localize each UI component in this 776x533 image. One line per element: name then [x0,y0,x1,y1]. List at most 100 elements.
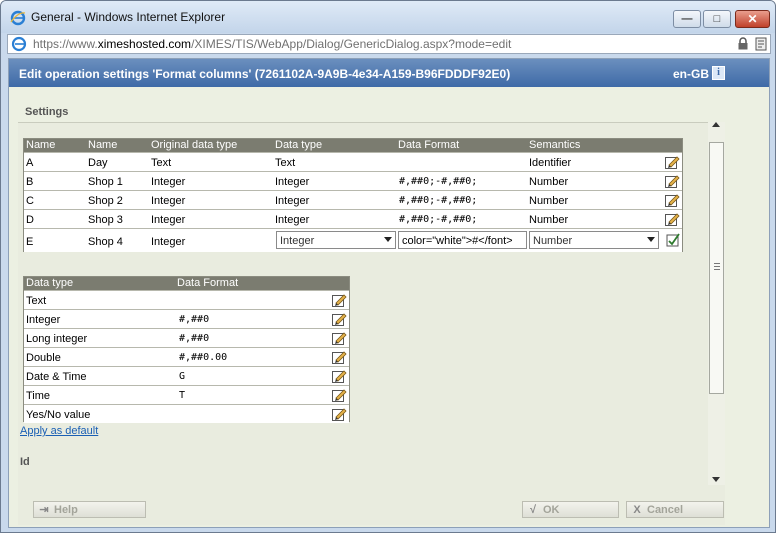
edit-icon[interactable] [331,387,347,403]
list-item[interactable]: Text [24,290,349,309]
minimize-icon: — [681,13,693,25]
edit-icon[interactable] [331,406,347,422]
url-path: /XIMES/TIS/WebApp/Dialog/GenericDialog.a… [191,37,512,51]
list-item[interactable]: Double #,##0.00 [24,347,349,366]
edit-icon[interactable] [331,330,347,346]
maximize-button[interactable]: □ [703,10,731,28]
cancel-icon: X [633,504,641,516]
lock-icon[interactable] [737,37,749,50]
table-row[interactable]: C Shop 2 Integer Integer #,##0;-#,##0; N… [24,190,682,209]
list-item[interactable]: Long integer #,##0 [24,328,349,347]
edit-icon[interactable] [664,173,680,189]
info-icon[interactable]: i [712,66,725,80]
url-prefix: https://www. [33,37,98,51]
col-header-data-type: Data type [275,139,323,151]
close-button[interactable]: ✕ [735,10,770,28]
settings-title: Settings [25,106,69,118]
format-value: G [179,371,186,382]
scrollbar[interactable] [708,122,725,485]
col-header-data-format: Data Format [398,139,460,151]
ok-button[interactable]: √ OK [522,501,619,518]
cell-data-type: Integer [275,195,310,207]
columns-table: Name Name Original data type Data type D… [23,138,683,252]
minimize-button[interactable]: — [673,10,701,28]
dialog-header: Edit operation settings 'Format columns'… [9,59,769,87]
cell-original-type: Integer [151,214,186,226]
dialog-title: Edit operation settings 'Format columns'… [19,67,511,81]
list-item[interactable]: Time T [24,385,349,404]
url-domain: ximeshosted.com [97,37,192,51]
edit-icon[interactable] [664,154,680,170]
page-icon [11,36,27,52]
format-type: Integer [26,314,61,326]
help-button-label: Help [54,504,78,516]
grip-icon [714,263,720,270]
cell-name: A [26,157,34,169]
formats-table: Data type Data Format Text Integer #,##0… [23,276,350,423]
list-item[interactable]: Integer #,##0 [24,309,349,328]
list-item[interactable]: Yes/No value [24,404,349,423]
scrollbar-thumb[interactable] [709,142,724,394]
cell-data-format: #,##0;-#,##0; [399,195,478,206]
locale-label[interactable]: en-GB [673,67,709,81]
edit-icon[interactable] [331,368,347,384]
title-bar: General - Windows Internet Explorer — □ … [1,1,775,33]
internet-explorer-icon [10,10,26,26]
semantics-select-value: Number [533,235,573,247]
col-header-name: Name [26,139,56,151]
table-row[interactable]: D Shop 3 Integer Integer #,##0;-#,##0; N… [24,209,682,228]
cell-name: B [26,176,34,188]
cell-original-type: Integer [151,176,186,188]
format-type: Text [26,295,47,307]
data-format-input[interactable]: color="white">#</font> [398,231,527,249]
col-header-semantics: Semantics [529,139,581,151]
address-bar[interactable]: https://www.ximeshosted.com/XIMES/TIS/We… [7,34,771,54]
edit-icon[interactable] [664,192,680,208]
cell-display-name: Shop 3 [88,214,123,226]
cell-data-format: #,##0;-#,##0; [399,176,478,187]
format-value: #,##0.00 [179,352,228,363]
edit-icon[interactable] [664,211,680,227]
cancel-button[interactable]: X Cancel [626,501,724,518]
table-row[interactable]: B Shop 1 Integer Integer #,##0;-#,##0; N… [24,171,682,190]
edit-icon[interactable] [331,292,347,308]
table-row[interactable]: A Day Text Text Identifier [24,152,682,171]
edit-icon[interactable] [331,311,347,327]
list-item[interactable]: Date & Time G [24,366,349,385]
cell-semantics: Number [529,176,569,188]
chevron-down-icon [647,237,655,242]
dialog-footer: ⇥ Help √ OK X Cancel [18,487,725,525]
certificate-icon[interactable] [755,37,767,51]
scroll-down-icon[interactable] [712,477,720,482]
apply-as-default-link[interactable]: Apply as default [20,425,98,437]
cell-original-type: Text [151,157,172,169]
cell-display-name: Day [88,157,108,169]
edit-icon[interactable] [331,349,347,365]
help-icon: ⇥ [39,504,49,516]
format-value: T [179,390,186,401]
edit-row[interactable]: E Shop 4 Integer Integer color="white">#… [24,228,682,252]
address-url[interactable]: https://www.ximeshosted.com/XIMES/TIS/We… [33,37,511,51]
ok-button-label: OK [543,504,560,516]
semantics-select[interactable]: Number [529,231,659,249]
formats-table-header: Data type Data Format [24,277,349,290]
cell-display-name: Shop 4 [88,236,123,248]
data-type-select[interactable]: Integer [276,231,396,249]
col-header-display-name: Name [88,139,118,151]
browser-window: General - Windows Internet Explorer — □ … [0,0,776,533]
cell-data-format: #,##0;-#,##0; [399,214,478,225]
format-type: Date & Time [26,371,87,383]
save-row-icon[interactable] [665,232,681,248]
cell-name: E [26,236,34,248]
window-title: General - Windows Internet Explorer [31,10,226,24]
cell-name: D [26,214,34,226]
cell-data-type: Integer [275,176,310,188]
cell-name: C [26,195,34,207]
help-button[interactable]: ⇥ Help [33,501,146,518]
format-type: Long integer [26,333,88,345]
cancel-button-label: Cancel [647,504,684,516]
dialog-client: Edit operation settings 'Format columns'… [8,58,770,528]
scroll-up-icon[interactable] [712,122,720,127]
format-type: Time [26,390,51,402]
settings-panel: Name Name Original data type Data type D… [18,122,725,487]
